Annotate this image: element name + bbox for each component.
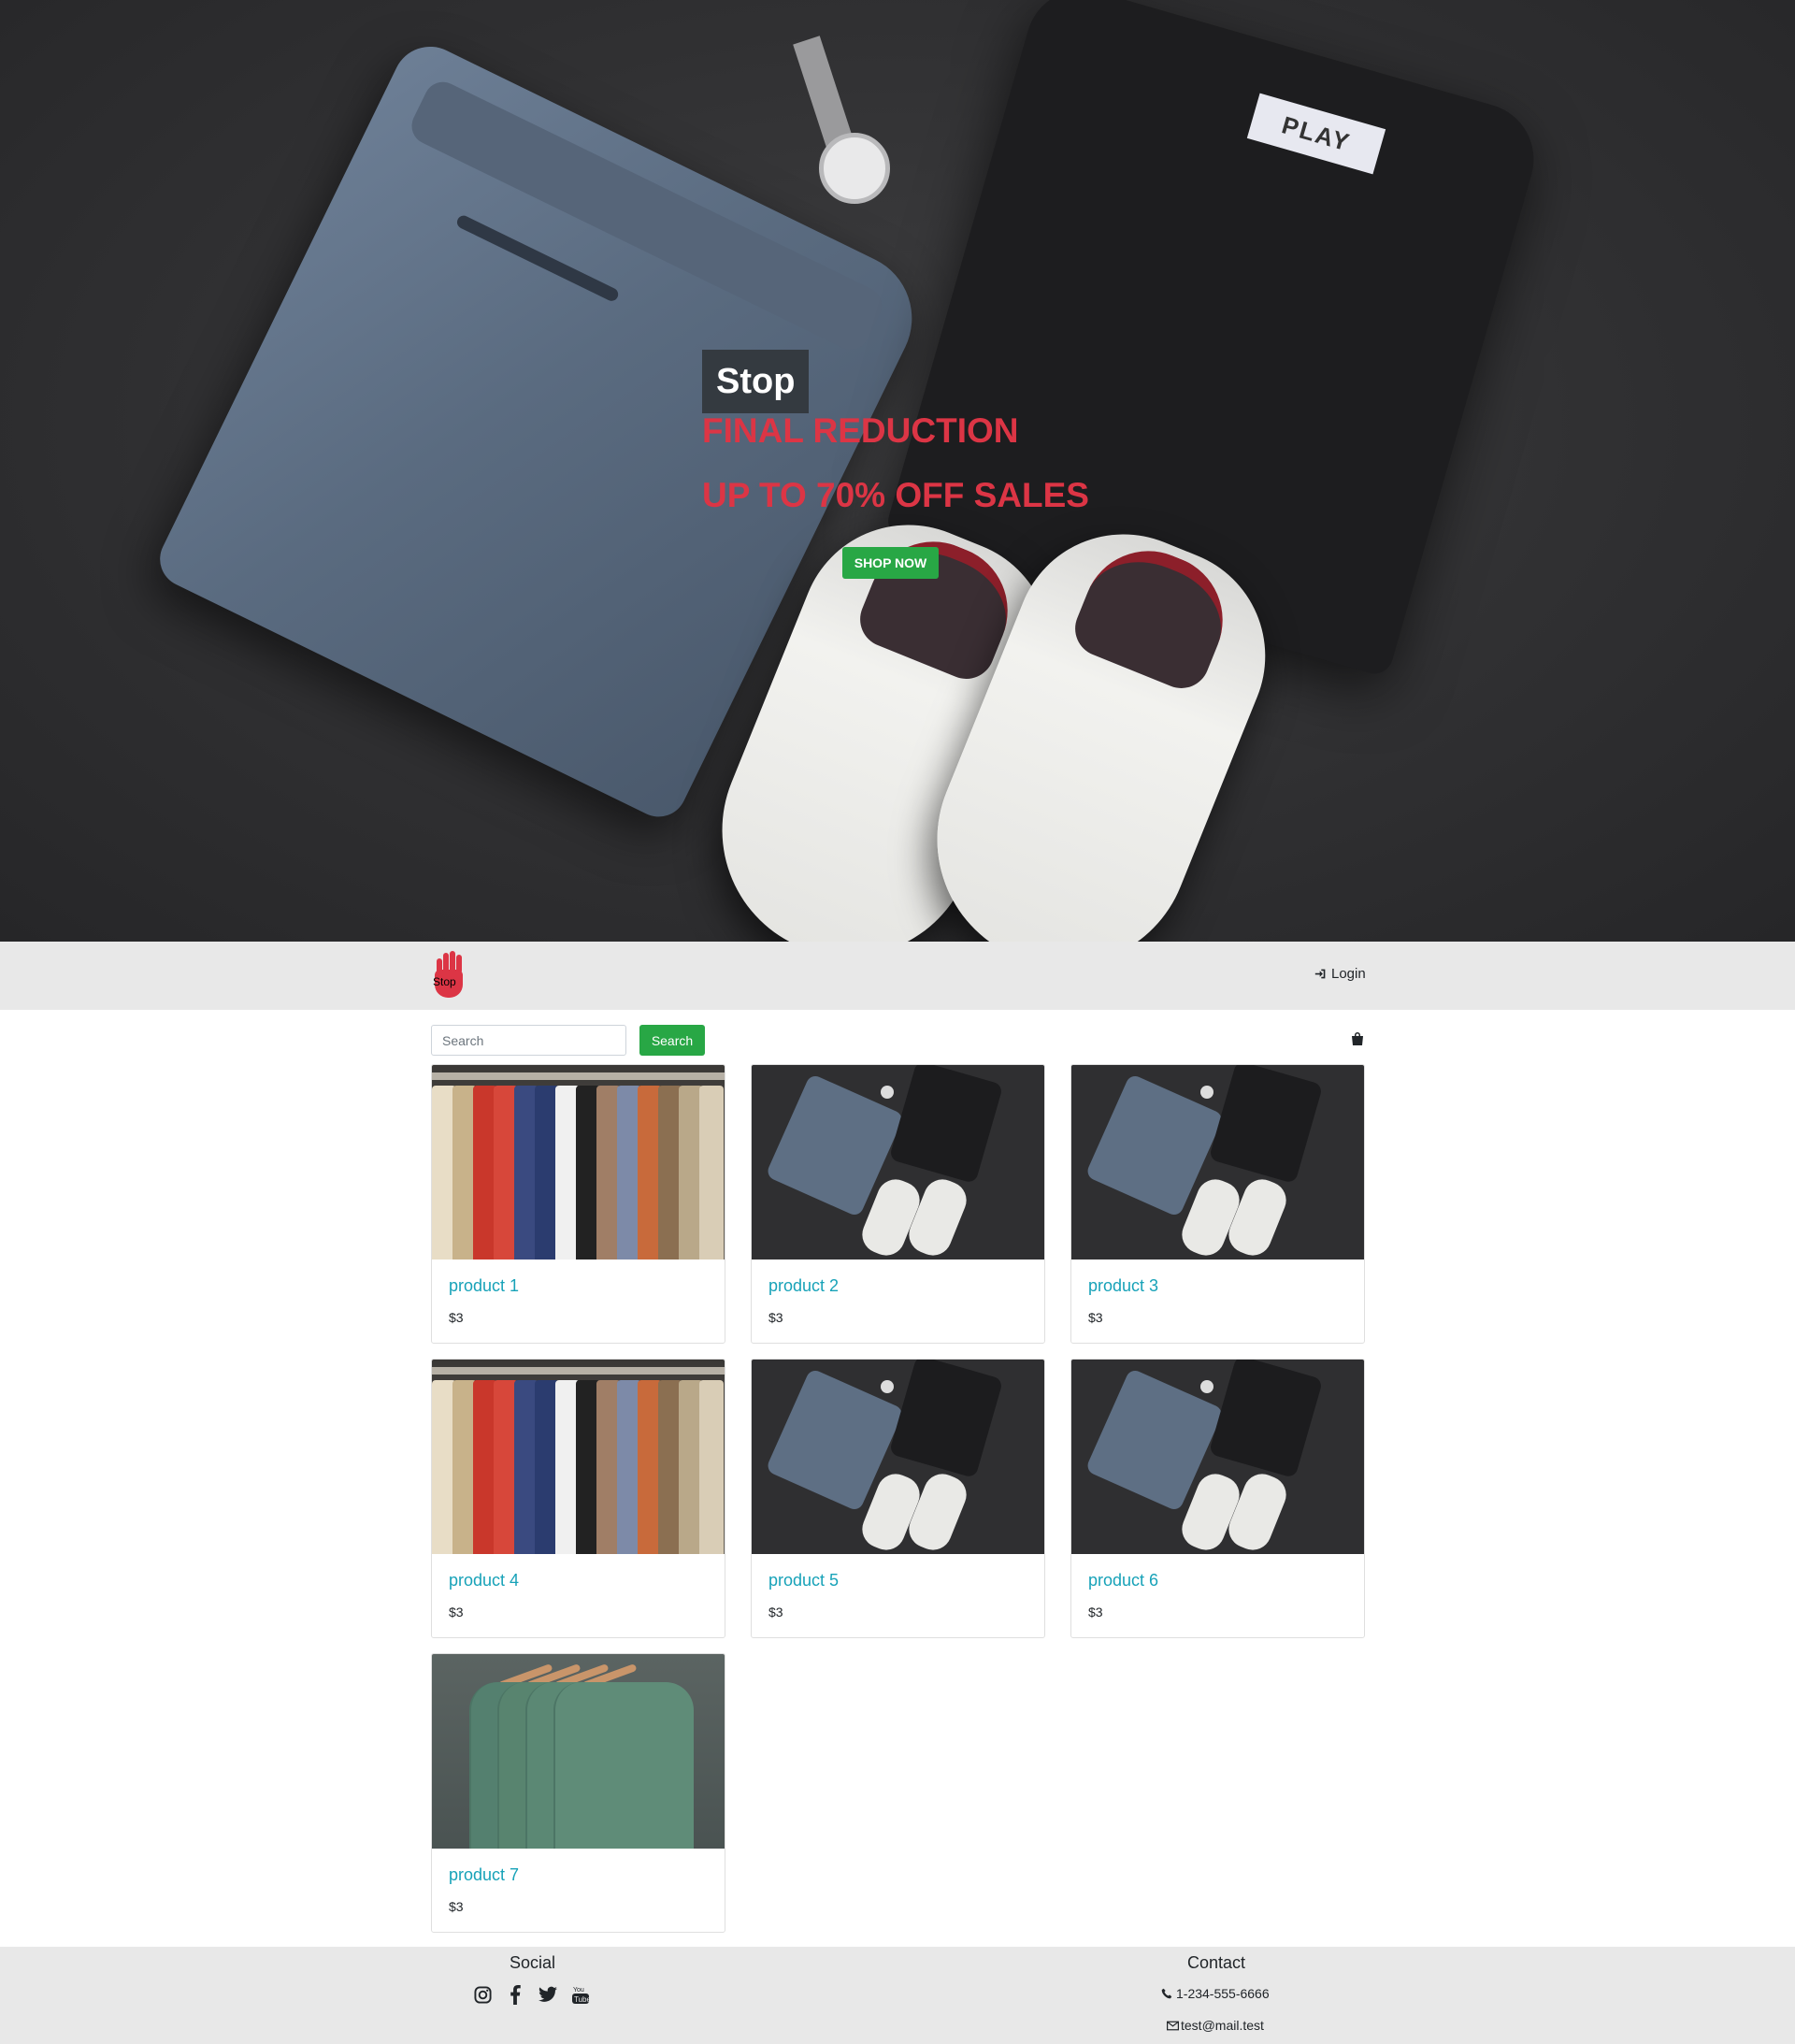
product-card-1[interactable]: product 1 $3: [431, 1064, 725, 1344]
shop-now-button[interactable]: SHOP NOW: [842, 547, 939, 579]
footer: [0, 1947, 1795, 2044]
search-input[interactable]: [431, 1025, 626, 1056]
product-card-6[interactable]: product 6 $3: [1070, 1359, 1365, 1638]
hero-watch-image: [819, 133, 890, 204]
product-name-link[interactable]: product 3: [1088, 1276, 1158, 1296]
envelope-icon: [1167, 2021, 1179, 2030]
phone-icon: [1161, 1988, 1172, 1999]
product-name-link[interactable]: product 5: [768, 1571, 839, 1591]
svg-text:Tube: Tube: [574, 1995, 589, 2004]
navbar: [0, 942, 1795, 1010]
email-address: test@mail.test: [1181, 2018, 1264, 2033]
product-price: $3: [768, 1605, 783, 1619]
product-image[interactable]: [432, 1654, 725, 1849]
product-price: $3: [768, 1310, 783, 1325]
youtube-icon[interactable]: You Tube: [571, 1984, 590, 2005]
login-label: Login: [1331, 966, 1366, 982]
social-links: You Tube: [473, 1984, 590, 2005]
hero-banner: PLAY: [0, 0, 1795, 942]
product-price: $3: [449, 1899, 464, 1914]
hero-headline: FINAL REDUCTION: [702, 411, 1019, 450]
hero-brand-title: Stop: [702, 350, 810, 413]
product-price: $3: [449, 1605, 464, 1619]
social-heading: Social: [510, 1953, 556, 1972]
product-name-link[interactable]: product 1: [449, 1276, 519, 1296]
phone-number: 1-234-555-6666: [1176, 1986, 1270, 2001]
facebook-icon[interactable]: [506, 1984, 524, 2005]
product-price: $3: [1088, 1605, 1103, 1619]
login-link[interactable]: Login: [1314, 966, 1366, 982]
product-card-3[interactable]: product 3 $3: [1070, 1064, 1365, 1344]
product-image[interactable]: [752, 1360, 1044, 1554]
product-image[interactable]: [432, 1065, 725, 1260]
product-name-link[interactable]: product 4: [449, 1571, 519, 1591]
product-card-2[interactable]: product 2 $3: [751, 1064, 1045, 1344]
logo[interactable]: Stop: [431, 951, 467, 1001]
contact-heading: Contact: [1187, 1953, 1246, 1972]
shopping-bag-icon[interactable]: [1350, 1031, 1365, 1046]
sign-in-icon: [1314, 969, 1326, 979]
product-name-link[interactable]: product 7: [449, 1865, 519, 1885]
product-card-7[interactable]: product 7 $3: [431, 1653, 725, 1933]
product-image[interactable]: [1071, 1360, 1364, 1554]
product-name-link[interactable]: product 6: [1088, 1571, 1158, 1591]
product-name-link[interactable]: product 2: [768, 1276, 839, 1296]
instagram-icon[interactable]: [473, 1984, 492, 2005]
product-price: $3: [1088, 1310, 1103, 1325]
contact-email: test@mail.test: [1167, 2018, 1264, 2033]
contact-phone: 1-234-555-6666: [1161, 1986, 1270, 2001]
svg-text:You: You: [573, 1987, 584, 1994]
hero-subheadline: UP TO 70% OFF SALES: [702, 476, 1089, 514]
search-button[interactable]: Search: [639, 1025, 705, 1056]
product-price: $3: [449, 1310, 464, 1325]
twitter-icon[interactable]: [538, 1984, 557, 2005]
product-card-5[interactable]: product 5 $3: [751, 1359, 1045, 1638]
product-image[interactable]: [432, 1360, 725, 1554]
product-image[interactable]: [1071, 1065, 1364, 1260]
logo-text: Stop: [433, 975, 456, 988]
product-image[interactable]: [752, 1065, 1044, 1260]
product-card-4[interactable]: product 4 $3: [431, 1359, 725, 1638]
